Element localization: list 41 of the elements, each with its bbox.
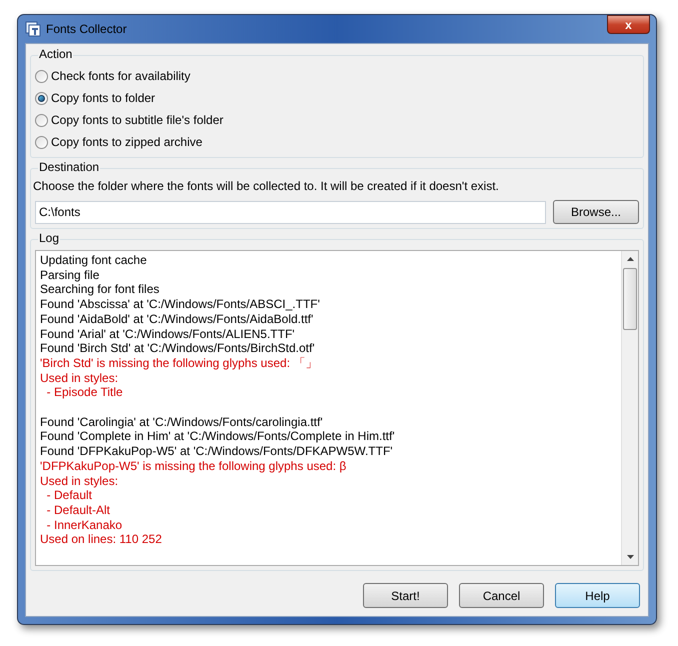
group-title: Log xyxy=(38,231,60,246)
log-line: Found 'Carolingia' at 'C:/Windows/Fonts/carolingia.ttf' xyxy=(40,414,324,430)
dialog-button[interactable]: Cancel xyxy=(459,583,544,608)
log-line: - Default-Alt xyxy=(46,502,112,518)
radio-label: Copy fonts to folder xyxy=(51,90,156,106)
scroll-thumb[interactable] xyxy=(623,268,637,330)
log-line: Found 'Abscissa' at 'C:/Windows/Fonts/ABSCI_.TTF' xyxy=(40,297,321,312)
radio-label: Check fonts for availability xyxy=(51,68,190,84)
log-line: 'Birch Std' is missing the following glyphs used: 「」 xyxy=(40,356,318,371)
radio-button[interactable] xyxy=(35,114,48,126)
log-line: Used on lines: 110 252 xyxy=(40,532,163,548)
log-line: Found 'Complete in Him' at 'C:/Windows/Fonts/Complete in Him.ttf' xyxy=(40,429,396,444)
log-line: Found 'Birch Std' at 'C:/Windows/Fonts/BirchStd.otf' xyxy=(40,341,316,356)
log-line: - Default xyxy=(46,488,94,503)
close-button[interactable]: x xyxy=(607,15,650,34)
radio-button[interactable] xyxy=(35,136,48,148)
radio-button[interactable] xyxy=(35,92,48,104)
log-line: - Episode Title xyxy=(46,385,124,400)
log-line: Found 'Arial' at 'C:/Windows/Fonts/ALIEN5.TTF' xyxy=(40,326,296,342)
dialog-button[interactable]: Start! xyxy=(363,583,448,608)
path-field[interactable]: C:\fonts xyxy=(35,200,546,224)
log-line: - InnerKanako xyxy=(46,518,124,532)
scroll-down-icon[interactable] xyxy=(626,555,634,559)
log-line: 'DFPKakuPop-W5' is missing the following glyphs used: β xyxy=(40,458,348,474)
log-line: Used in styles: xyxy=(40,474,120,488)
log-line: Parsing file xyxy=(40,268,100,282)
log-line: Searching for font files xyxy=(40,282,160,298)
log-line: Found 'AidaBold' at 'C:/Windows/Fonts/AidaBold.ttf' xyxy=(40,312,314,327)
radio-button[interactable] xyxy=(35,70,48,82)
radio-label: Copy fonts to subtitle file's folder xyxy=(51,112,224,128)
browse-button[interactable]: Browse... xyxy=(553,200,639,224)
dialog-button[interactable]: Help xyxy=(555,583,640,608)
window-title: Fonts Collector xyxy=(46,21,127,38)
log-line: Updating font cache xyxy=(40,253,148,268)
scrollbar[interactable] xyxy=(621,251,638,565)
destination-description: Choose the folder where the fonts will be collected to. It will be created if it doesn't exist. xyxy=(33,179,500,194)
scroll-up-icon[interactable] xyxy=(626,257,634,261)
log-line: Used in styles: xyxy=(40,370,120,386)
log-line: Found 'DFPKakuPop-W5' at 'C:/Windows/Fonts/DFKAPW5W.TTF' xyxy=(40,444,394,459)
radio-label: Copy fonts to zipped archive xyxy=(51,134,202,150)
app-icon xyxy=(25,21,41,37)
